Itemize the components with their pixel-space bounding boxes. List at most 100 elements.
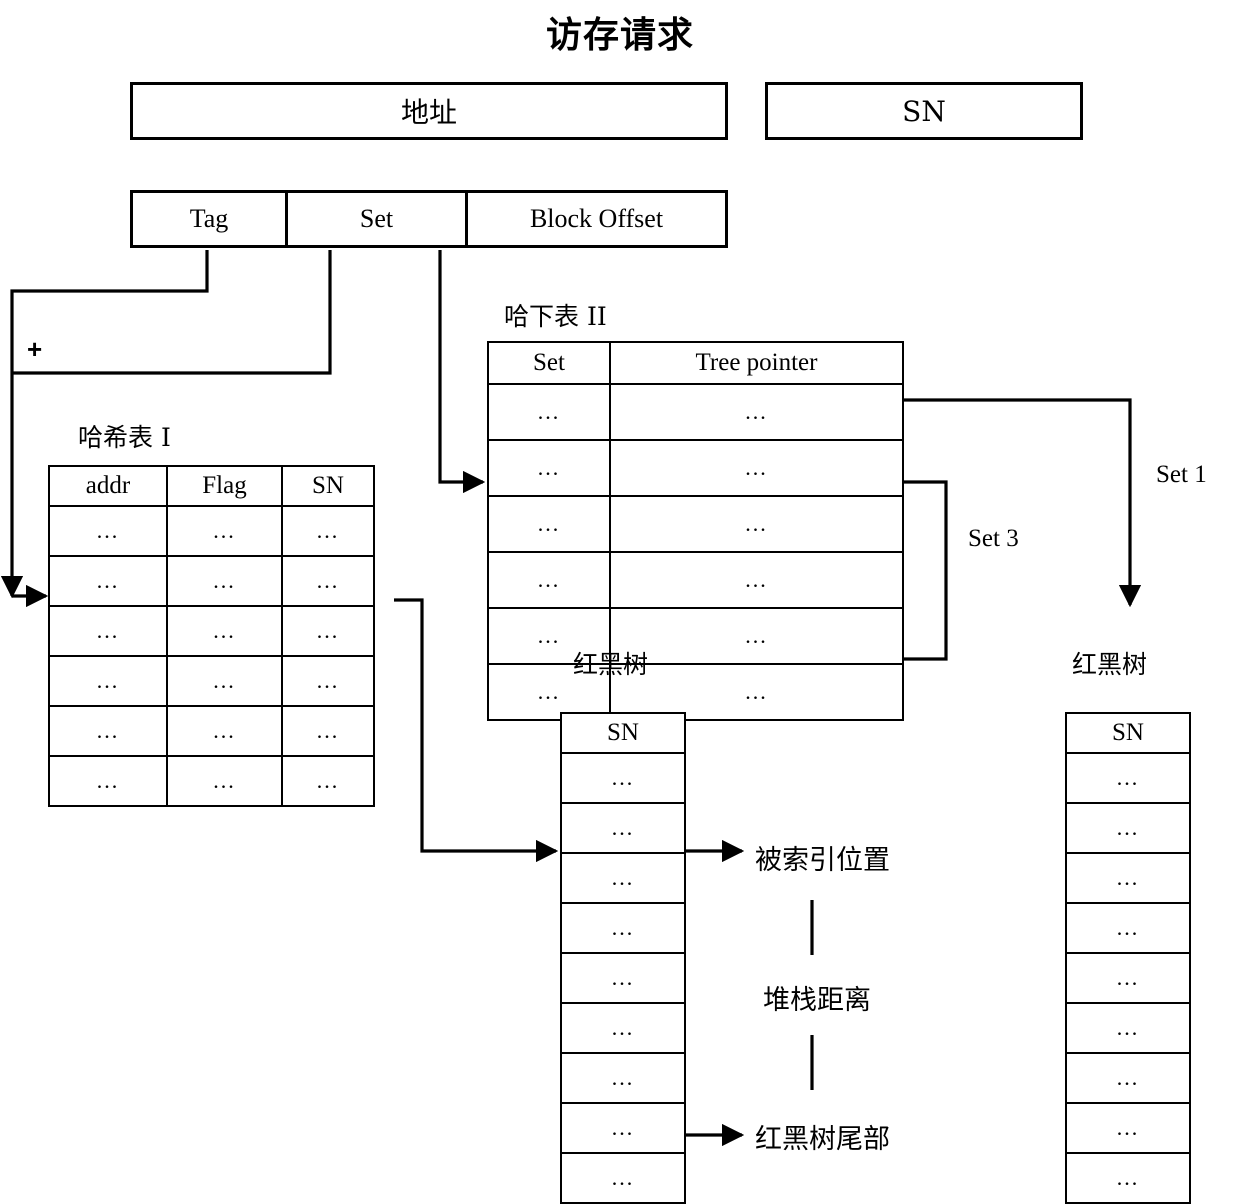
table-row: ... xyxy=(1065,1052,1191,1104)
cell: ... xyxy=(1065,952,1191,1004)
table-row: ... ... ... xyxy=(48,655,375,707)
table-row: ... ... ... xyxy=(48,555,375,607)
table-row: ... ... xyxy=(487,607,904,665)
table-row: ... xyxy=(560,1002,686,1054)
cell: ... xyxy=(560,752,686,804)
cell: ... xyxy=(281,605,375,657)
table-row: ... ... ... xyxy=(48,755,375,807)
table-row: ... xyxy=(560,952,686,1004)
column-header-set: Set xyxy=(487,341,611,385)
address-field-bar: Tag Set Block Offset xyxy=(130,190,728,248)
annotation-stack-distance: 堆栈距离 xyxy=(763,985,871,1016)
address-bar-label: 地址 xyxy=(400,96,457,129)
table-row: ... xyxy=(560,902,686,954)
field-set: Set xyxy=(288,193,468,245)
cell: ... xyxy=(166,555,283,607)
table-row: ... ... ... xyxy=(48,705,375,757)
cell: ... xyxy=(48,705,168,757)
cell: ... xyxy=(609,495,904,553)
cell: ... xyxy=(48,655,168,707)
cell: ... xyxy=(166,605,283,657)
cell: ... xyxy=(166,755,283,807)
cell: ... xyxy=(48,605,168,657)
table-row: ... ... xyxy=(487,495,904,553)
table-row: ... xyxy=(1065,1002,1191,1054)
table-header-row: Set Tree pointer xyxy=(487,341,904,385)
table-row: ... ... xyxy=(487,551,904,609)
rb-tree-right-caption: 红黑树 xyxy=(1072,650,1148,679)
table-row: ... ... xyxy=(487,383,904,441)
cell: ... xyxy=(609,607,904,665)
plus-operator: + xyxy=(27,334,43,364)
edge-label-set1: Set 1 xyxy=(1156,461,1207,488)
cell: ... xyxy=(281,755,375,807)
diagram-canvas: 访存请求 地址 SN Tag Set Block Offset + 哈希表 I … xyxy=(0,0,1240,1204)
cell: ... xyxy=(560,1002,686,1054)
hash-table-2-caption: 哈下表 II xyxy=(504,302,607,331)
column-header-sn: SN xyxy=(281,465,375,507)
field-block-offset-label: Block Offset xyxy=(529,204,664,233)
table-row: ... ... ... xyxy=(48,505,375,557)
column-header-flag: Flag xyxy=(166,465,283,507)
cell: ... xyxy=(487,551,611,609)
column-header-addr: addr xyxy=(48,465,168,507)
table-row: ... xyxy=(1065,1152,1191,1204)
table-row: ... ... xyxy=(487,439,904,497)
cell: ... xyxy=(487,439,611,497)
table-header-row: addr Flag SN xyxy=(48,465,375,507)
cell: ... xyxy=(281,505,375,557)
cell: ... xyxy=(1065,1102,1191,1154)
column-header-sn: SN xyxy=(560,712,686,754)
rb-tree-left: SN ... ... ... ... ... ... ... ... ... xyxy=(560,712,686,1204)
table-row: ... xyxy=(560,802,686,854)
rb-tree-right: SN ... ... ... ... ... ... ... ... ... xyxy=(1065,712,1191,1204)
table-header-row: SN xyxy=(1065,712,1191,754)
cell: ... xyxy=(48,755,168,807)
table-row: ... xyxy=(560,852,686,904)
cell: ... xyxy=(1065,1002,1191,1054)
cell: ... xyxy=(281,705,375,757)
table-row: ... xyxy=(1065,952,1191,1004)
column-header-tree-pointer: Tree pointer xyxy=(609,341,904,385)
field-tag: Tag xyxy=(133,193,288,245)
table-row: ... xyxy=(560,1052,686,1104)
cell: ... xyxy=(1065,902,1191,954)
edge-set1-to-rbt-right xyxy=(903,398,1142,608)
cell: ... xyxy=(560,902,686,954)
cell: ... xyxy=(1065,802,1191,854)
table-row: ... xyxy=(560,1152,686,1204)
cell: ... xyxy=(560,852,686,904)
rb-tree-left-caption: 红黑树 xyxy=(573,650,649,679)
field-block-offset: Block Offset xyxy=(468,193,725,245)
cell: ... xyxy=(560,1102,686,1154)
cell: ... xyxy=(1065,1052,1191,1104)
table-row: ... xyxy=(1065,752,1191,804)
edge-set-to-plus-row xyxy=(12,250,332,375)
address-bar: 地址 xyxy=(130,82,728,140)
hash-table-1-caption: 哈希表 I xyxy=(78,423,171,452)
table-row: ... xyxy=(560,1102,686,1154)
table-row: ... xyxy=(1065,852,1191,904)
field-tag-label: Tag xyxy=(189,204,229,233)
cell: ... xyxy=(560,952,686,1004)
table-row: ... ... ... xyxy=(48,605,375,657)
cell: ... xyxy=(487,495,611,553)
hash-table-1: addr Flag SN ... ... ... ... ... ... ...… xyxy=(48,465,375,807)
hash-table-2: Set Tree pointer ... ... ... ... ... ...… xyxy=(487,341,904,721)
cell: ... xyxy=(609,551,904,609)
annotation-rb-tree-tail: 红黑树尾部 xyxy=(755,1124,890,1155)
cell: ... xyxy=(560,802,686,854)
table-header-row: SN xyxy=(560,712,686,754)
cell: ... xyxy=(560,1052,686,1104)
table-row: ... ... xyxy=(487,663,904,721)
page-title: 访存请求 xyxy=(545,14,694,56)
annotation-indexed-position: 被索引位置 xyxy=(755,845,890,876)
cell: ... xyxy=(609,383,904,441)
cell: ... xyxy=(48,505,168,557)
cell: ... xyxy=(48,555,168,607)
cell: ... xyxy=(281,655,375,707)
cell: ... xyxy=(166,655,283,707)
cell: ... xyxy=(609,439,904,497)
table-row: ... xyxy=(1065,902,1191,954)
edge-label-set3: Set 3 xyxy=(968,525,1019,552)
